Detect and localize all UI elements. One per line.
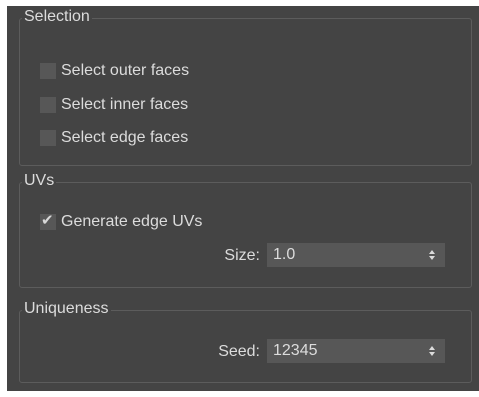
seed-label: Seed:: [218, 343, 260, 360]
select-outer-faces-label: Select outer faces: [61, 62, 190, 79]
modifier-panel: Selection Select outer faces Select inne…: [7, 6, 479, 391]
generate-edge-uvs-label: Generate edge UVs: [61, 213, 203, 230]
selection-group-title: Selection: [22, 8, 92, 26]
seed-value[interactable]: 12345: [273, 342, 425, 360]
checkbox-box[interactable]: [40, 63, 56, 79]
checkbox-box[interactable]: [40, 97, 56, 113]
select-inner-faces-checkbox[interactable]: Select inner faces: [40, 95, 188, 115]
generate-edge-uvs-checkbox[interactable]: ✔ Generate edge UVs: [40, 212, 202, 232]
selection-group: Selection Select outer faces Select inne…: [19, 8, 472, 166]
arrow-down-icon[interactable]: [429, 352, 435, 356]
checkmark-icon: ✔: [41, 212, 54, 229]
spinner-arrows-icon[interactable]: [425, 346, 439, 356]
checkbox-box[interactable]: ✔: [40, 212, 56, 230]
select-edge-faces-label: Select edge faces: [61, 129, 189, 146]
size-value[interactable]: 1.0: [273, 246, 425, 264]
uvs-group: UVs ✔ Generate edge UVs Size: 1.0: [19, 172, 472, 288]
arrow-down-icon[interactable]: [429, 256, 435, 260]
uniqueness-group: Uniqueness Seed: 12345: [19, 300, 472, 383]
seed-spinner[interactable]: 12345: [267, 339, 445, 363]
arrow-up-icon[interactable]: [429, 346, 435, 350]
select-inner-faces-label: Select inner faces: [61, 96, 189, 113]
select-edge-faces-checkbox[interactable]: Select edge faces: [40, 128, 188, 148]
uvs-group-title: UVs: [22, 172, 57, 190]
arrow-up-icon[interactable]: [429, 250, 435, 254]
size-label: Size:: [224, 247, 260, 264]
spinner-arrows-icon[interactable]: [425, 250, 439, 260]
checkbox-box[interactable]: [40, 130, 56, 146]
uniqueness-group-title: Uniqueness: [22, 300, 111, 318]
size-spinner[interactable]: 1.0: [267, 243, 445, 267]
select-outer-faces-checkbox[interactable]: Select outer faces: [40, 61, 189, 81]
